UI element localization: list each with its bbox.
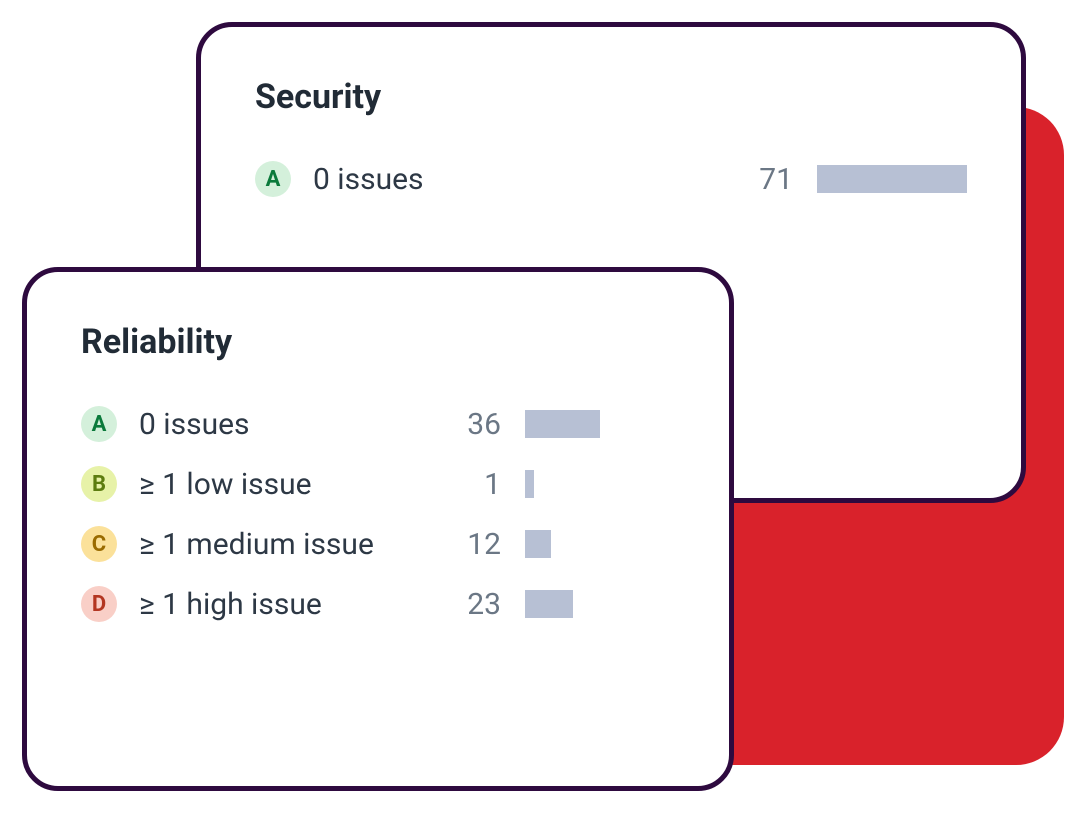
- bar-fill: [525, 590, 573, 618]
- bar-track: [525, 530, 675, 558]
- grade-badge-c-icon: C: [81, 526, 117, 562]
- grade-label: ≥ 1 high issue: [139, 587, 441, 622]
- reliability-row-d[interactable]: D ≥ 1 high issue 23: [81, 586, 675, 622]
- security-row-a[interactable]: A 0 issues 71: [255, 161, 967, 197]
- reliability-card: Reliability A 0 issues 36 B ≥ 1 low issu…: [22, 267, 734, 791]
- reliability-row-b[interactable]: B ≥ 1 low issue 1: [81, 466, 675, 502]
- grade-count: 1: [441, 467, 501, 502]
- grade-label: ≥ 1 low issue: [139, 467, 441, 502]
- reliability-row-c[interactable]: C ≥ 1 medium issue 12: [81, 526, 675, 562]
- bar-track: [525, 590, 675, 618]
- reliability-card-title: Reliability: [81, 322, 675, 362]
- reliability-row-a[interactable]: A 0 issues 36: [81, 406, 675, 442]
- grade-count: 23: [441, 587, 501, 622]
- grade-count: 71: [733, 162, 793, 197]
- grade-badge-a-icon: A: [255, 161, 291, 197]
- grade-count: 36: [441, 407, 501, 442]
- grade-label: ≥ 1 medium issue: [139, 527, 441, 562]
- bar-track: [525, 410, 675, 438]
- bar-fill: [525, 470, 534, 498]
- bar-track: [817, 165, 967, 193]
- grade-count: 12: [441, 527, 501, 562]
- bar-fill: [525, 530, 551, 558]
- bar-fill: [817, 165, 967, 193]
- grade-label: 0 issues: [139, 407, 441, 442]
- bar-track: [525, 470, 675, 498]
- grade-label: 0 issues: [313, 162, 733, 197]
- security-card-title: Security: [255, 77, 967, 117]
- bar-fill: [525, 410, 600, 438]
- grade-badge-d-icon: D: [81, 586, 117, 622]
- grade-badge-a-icon: A: [81, 406, 117, 442]
- grade-badge-b-icon: B: [81, 466, 117, 502]
